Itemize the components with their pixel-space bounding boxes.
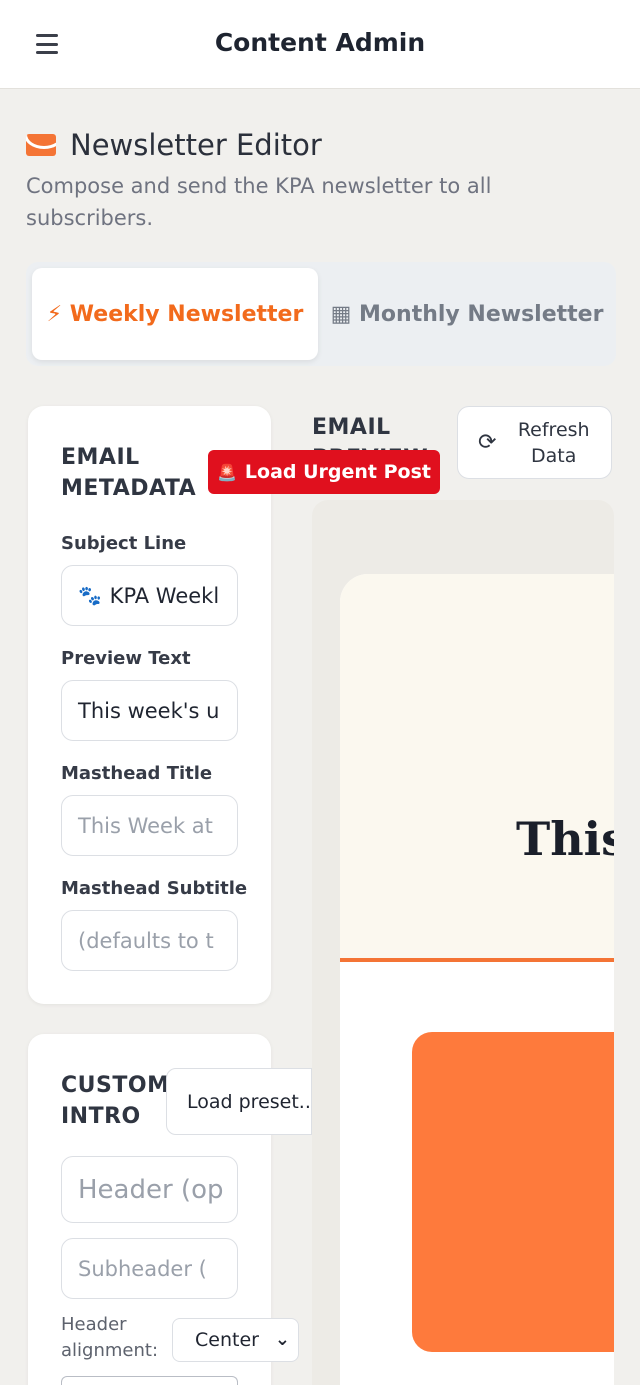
email-canvas: This	[340, 574, 614, 1385]
tab-monthly-label: Monthly Newsletter	[359, 301, 604, 327]
tab-weekly-newsletter[interactable]: ⚡ Weekly Newsletter	[32, 268, 318, 360]
paw-icon: 🐾	[78, 585, 102, 607]
tab-monthly-newsletter[interactable]: ▦ Monthly Newsletter	[324, 268, 610, 360]
subject-line-label: Subject Line	[61, 533, 187, 554]
calendar-icon: ▦	[330, 301, 352, 327]
refresh-icon: ⟳	[478, 430, 497, 455]
tab-weekly-label: Weekly Newsletter	[69, 301, 304, 327]
refresh-data-label: Refresh Data	[517, 418, 590, 467]
masthead-title-label: Masthead Title	[61, 763, 213, 784]
masthead-subtitle-input[interactable]: (defaults to t	[61, 910, 238, 971]
email-hero-block	[412, 1032, 614, 1352]
masthead-subtitle-placeholder: (defaults to t	[78, 928, 214, 953]
intro-header-input[interactable]: Header (op	[61, 1156, 238, 1223]
page-header: Newsletter Editor Compose and send the K…	[26, 128, 616, 234]
email-preview-frame: This	[312, 500, 614, 1385]
refresh-data-button[interactable]: ⟳ Refresh Data	[457, 406, 612, 479]
load-preset-label: Load preset...	[187, 1090, 312, 1113]
intro-header-placeholder: Header (op	[78, 1174, 224, 1205]
preview-text-label: Preview Text	[61, 648, 191, 669]
email-masthead-title: This	[516, 812, 614, 866]
chevron-down-icon: ⌄	[274, 1329, 290, 1350]
email-metadata-title: EMAIL METADATA	[61, 445, 197, 501]
preview-text-input[interactable]: This week's u	[61, 680, 238, 741]
page-description: Compose and send the KPA newsletter to a…	[26, 174, 492, 230]
email-masthead: This	[340, 574, 614, 962]
top-bar: Content Admin	[0, 0, 640, 89]
header-alignment-value: Center	[195, 1329, 259, 1351]
email-metadata-card: EMAIL METADATA Subject Line 🐾 KPA Weekl …	[28, 406, 271, 1004]
header-alignment-label: Header alignment:	[61, 1314, 159, 1361]
intro-subheader-input[interactable]: Subheader (	[61, 1238, 238, 1299]
load-urgent-post-label: Load Urgent Post	[244, 461, 431, 483]
newsletter-tabs: ⚡ Weekly Newsletter ▦ Monthly Newsletter	[26, 262, 616, 366]
load-urgent-post-button[interactable]: 🚨 Load Urgent Post	[208, 450, 440, 494]
envelope-icon	[26, 134, 56, 156]
lightning-bolt-icon: ⚡	[46, 301, 63, 327]
masthead-title-placeholder: This Week at	[78, 813, 213, 838]
subject-line-value: KPA Weekl	[109, 583, 220, 608]
app-title: Content Admin	[214, 28, 426, 57]
page-title: Newsletter Editor	[70, 128, 322, 162]
preview-text-value: This week's u	[78, 698, 220, 723]
masthead-title-input[interactable]: This Week at	[61, 795, 238, 856]
siren-icon: 🚨	[217, 462, 237, 482]
intro-subheader-placeholder: Subheader (	[78, 1256, 207, 1281]
masthead-subtitle-label: Masthead Subtitle	[61, 878, 248, 899]
subject-line-input[interactable]: 🐾 KPA Weekl	[61, 565, 238, 626]
header-alignment-select[interactable]: Center ⌄	[172, 1318, 299, 1362]
intro-body-input[interactable]	[61, 1376, 238, 1385]
load-preset-select[interactable]: Load preset...	[166, 1068, 312, 1135]
